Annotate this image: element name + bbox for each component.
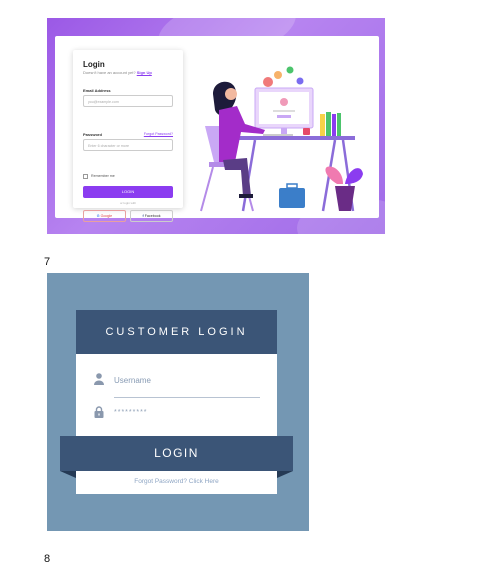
password-input[interactable]: ********* (114, 409, 148, 416)
person-at-desk-illustration (200, 66, 363, 212)
or-divider: or login with (119, 201, 136, 205)
desk (235, 136, 355, 140)
signup-prompt: Doesn't have an account yet? Sign Up (83, 70, 152, 75)
forgot-password-link[interactable]: Forgot Password? (144, 132, 173, 136)
remember-label: Remember me (91, 174, 115, 178)
briefcase (279, 188, 305, 208)
user-icon (296, 77, 304, 85)
figure-caption-8: 8 (44, 553, 51, 565)
ribbon-fold-right (277, 471, 293, 478)
google-button[interactable]: G Google (83, 210, 126, 222)
facebook-button[interactable]: f Facebook (130, 210, 173, 222)
facebook-label: Facebook (144, 214, 161, 218)
login-button[interactable]: LOGIN (83, 186, 173, 198)
login-button[interactable]: LOGIN (60, 436, 293, 471)
signup-text: Doesn't have an account yet? (83, 70, 136, 75)
username-underline (114, 397, 260, 398)
avatar (280, 98, 288, 106)
facebook-icon: f (142, 214, 144, 218)
customer-login-header: CUSTOMER LOGIN (76, 310, 277, 354)
monitor-screen (259, 92, 309, 124)
signup-link[interactable]: Sign Up (137, 70, 152, 75)
illustration-panel: Login Doesn't have an account yet? Sign … (55, 36, 379, 222)
login-illustration-1: Login Doesn't have an account yet? Sign … (47, 18, 385, 234)
username-input[interactable]: Username (114, 376, 151, 385)
login-title: Login (83, 60, 105, 69)
user-icon (94, 373, 104, 385)
password-field[interactable]: Enter 6 character or more (83, 139, 173, 151)
message-icon (274, 71, 282, 79)
forgot-password-link[interactable]: Forgot Password? Click Here (76, 478, 277, 485)
figure-caption-7: 7 (44, 256, 51, 268)
lock-icon (94, 406, 104, 418)
remember-checkbox[interactable] (83, 174, 88, 179)
login-card: Login Doesn't have an account yet? Sign … (73, 50, 183, 222)
google-label: Google (100, 214, 113, 218)
check-icon (286, 66, 294, 74)
ribbon-fold-left (60, 471, 76, 478)
password-label: Password (83, 132, 102, 137)
email-label: Email Address (83, 88, 111, 93)
customer-login-illustration: CUSTOMER LOGIN Username ********* LOGIN … (47, 273, 309, 531)
login-form-body: Username ********* (76, 354, 277, 494)
email-field[interactable]: you@example.com (83, 95, 173, 107)
google-icon: G (96, 214, 100, 218)
notification-icon (263, 77, 273, 87)
